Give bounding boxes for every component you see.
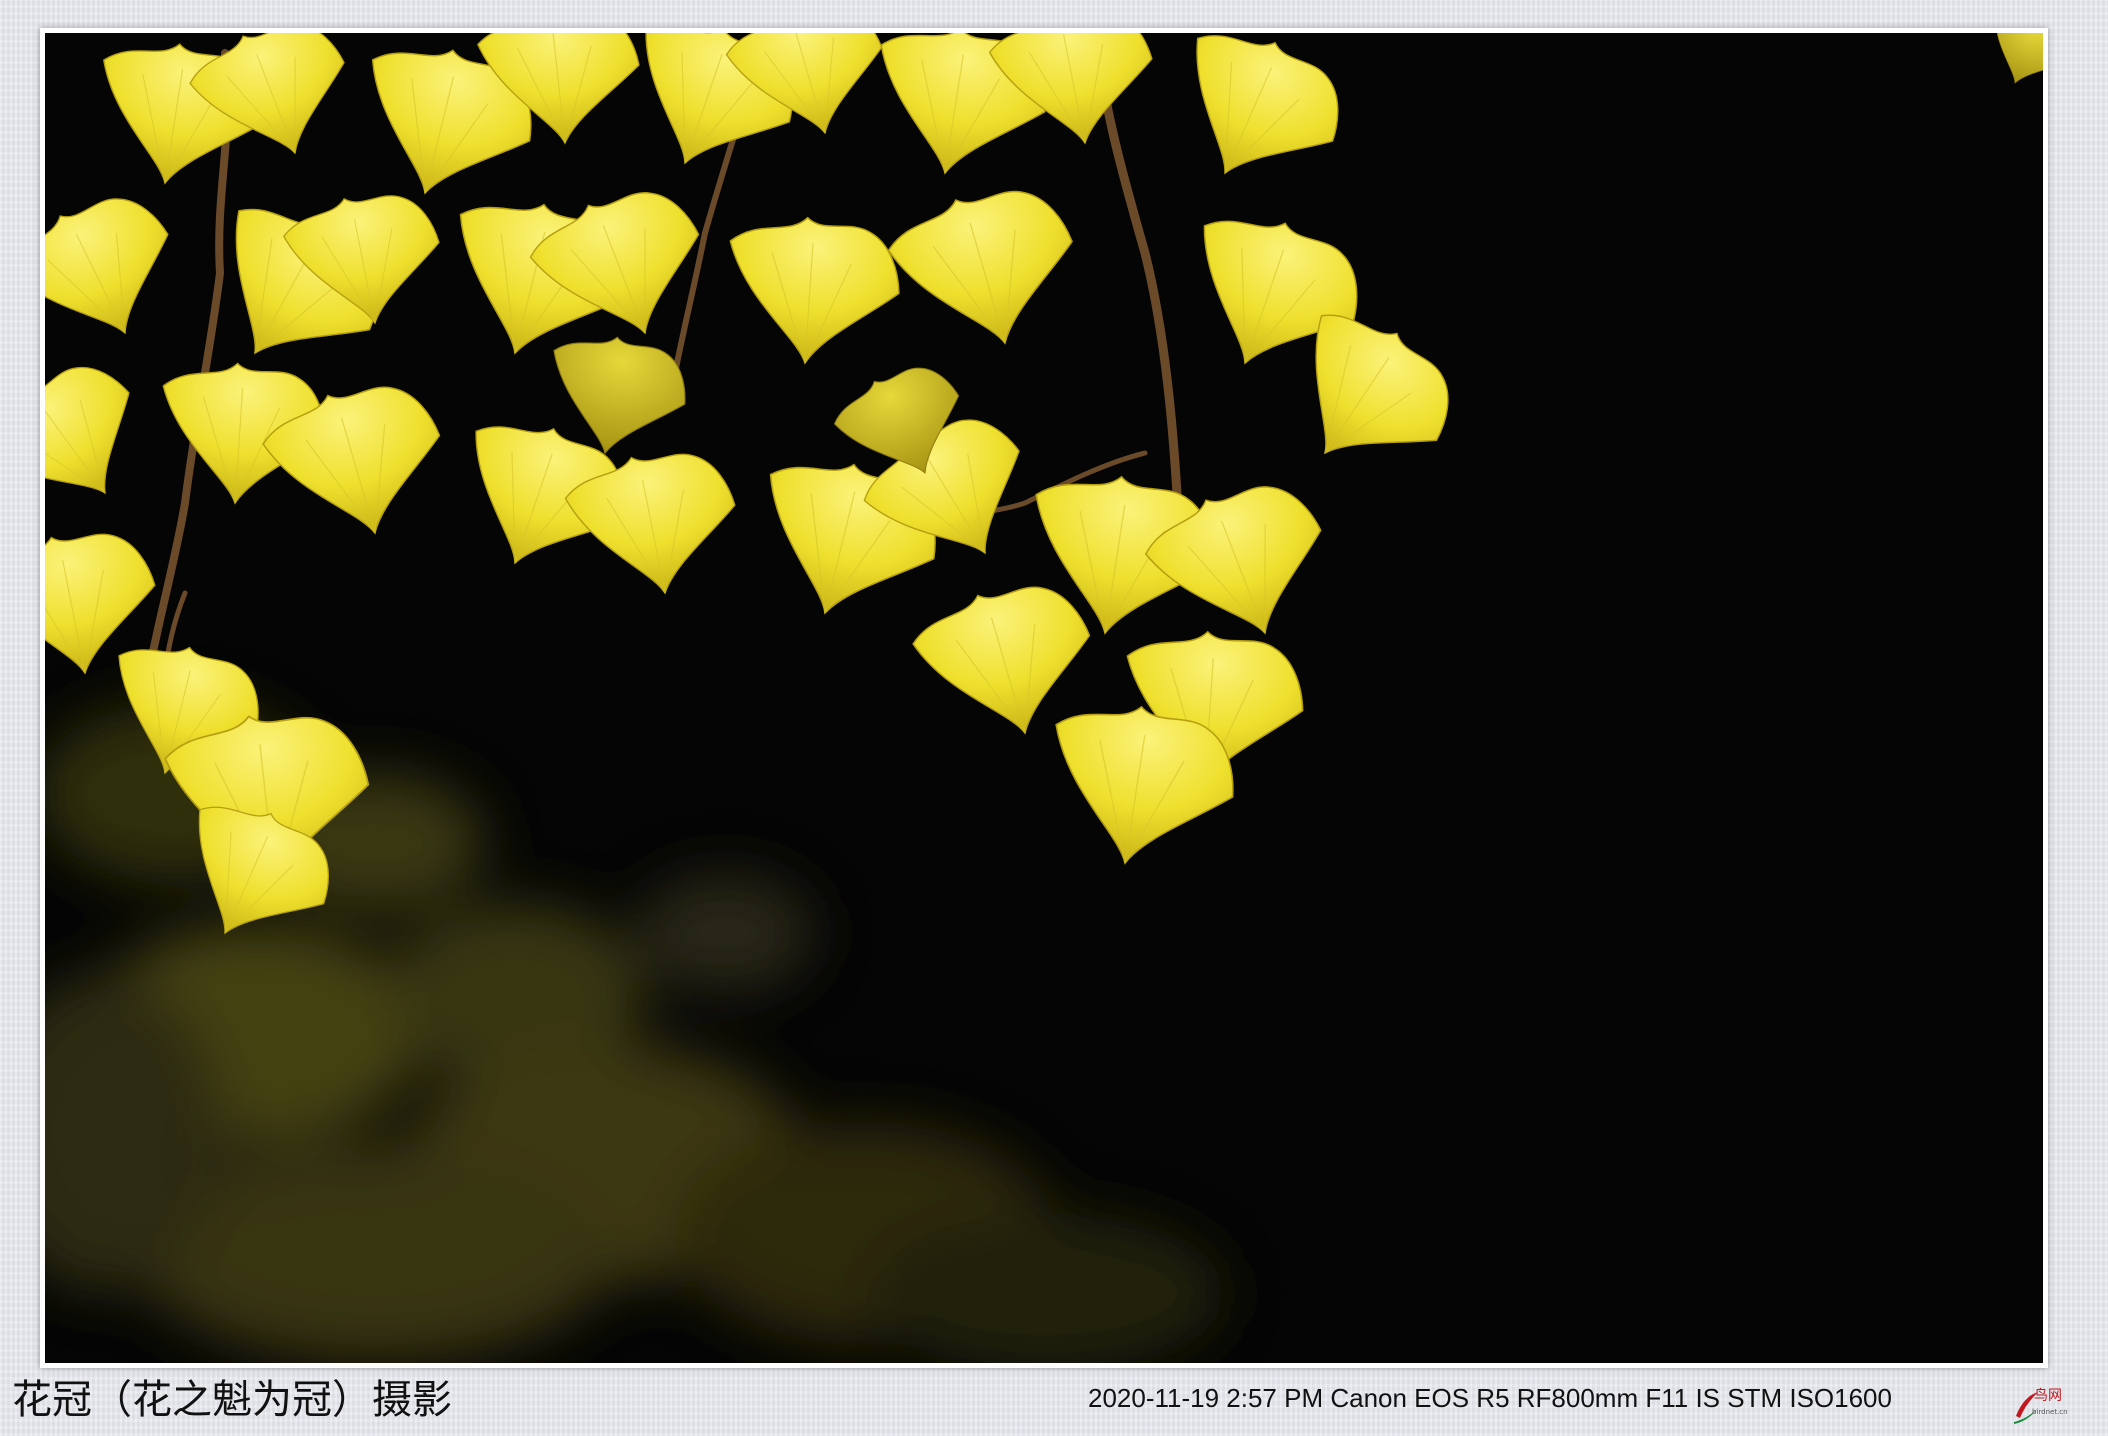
birdnet-logo: 鸟网 birdnet.cn [2012, 1386, 2068, 1430]
photographer-credit: 花冠（花之魁为冠）摄影 [12, 1377, 452, 1423]
ginkgo-photo [45, 33, 2043, 1363]
exif-info: 2020-11-19 2:57 PM Canon EOS R5 RF800mm … [1088, 1383, 1892, 1413]
logo-subtext: birdnet.cn [2032, 1408, 2068, 1416]
logo-text: 鸟网 [2034, 1388, 2062, 1404]
